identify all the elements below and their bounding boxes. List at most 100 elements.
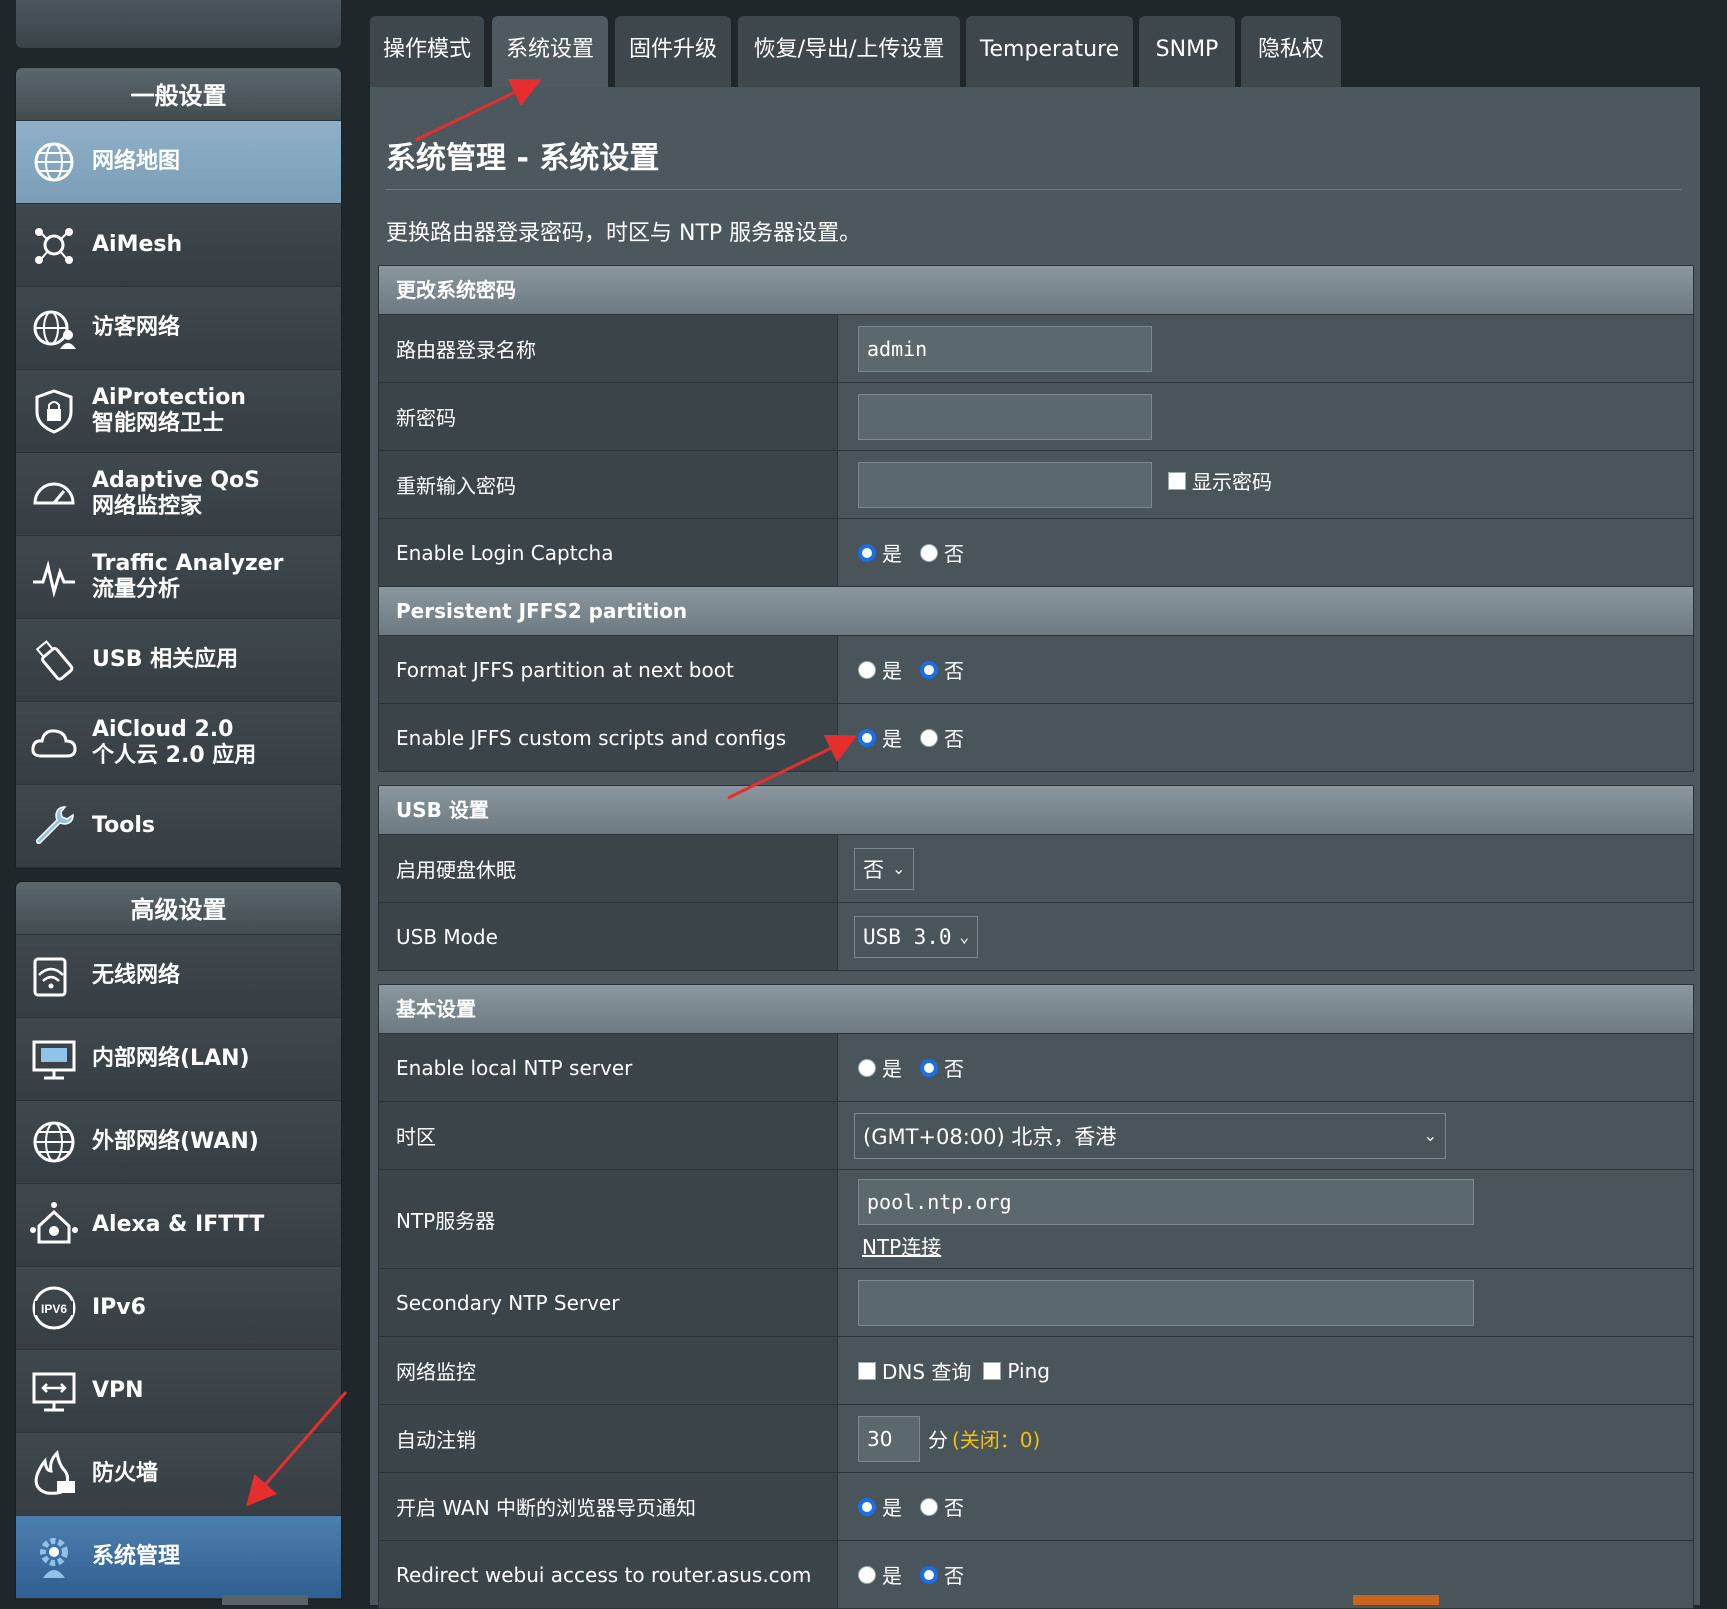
sidebar-item-label: 内部网络(LAN) (92, 1046, 250, 1071)
sidebar-item-aicloud[interactable]: AiCloud 2.0 个人云 2.0 应用 (16, 702, 341, 785)
radio-button[interactable] (920, 543, 938, 562)
radio-label: 是 (882, 1564, 902, 1588)
jffs-scripts-yes-option[interactable]: 是 (858, 723, 902, 752)
dns-query-checkbox[interactable] (858, 1361, 876, 1380)
sidebar-item-label: 无线网络 (92, 963, 181, 988)
tab-temperature[interactable]: Temperature (966, 16, 1133, 87)
field-value: admin (838, 315, 1693, 382)
wan-notify-yes-option[interactable]: 是 (858, 1492, 902, 1521)
sidebar-item-usb-apps[interactable]: USB 相关应用 (16, 619, 341, 702)
tab-snmp[interactable]: SNMP (1139, 16, 1235, 87)
svg-text:IPV6: IPV6 (41, 1302, 67, 1316)
captcha-yes-option[interactable]: 是 (858, 538, 902, 567)
sidebar-item-sublabel: 流量分析 (92, 577, 181, 602)
sidebar-item-aiprotection[interactable]: AiProtection 智能网络卫士 (16, 370, 341, 453)
redirect-yes-option[interactable]: 是 (858, 1560, 902, 1589)
ntp-server-input[interactable]: pool.ntp.org (858, 1178, 1474, 1225)
timezone-select[interactable]: (GMT+08:00) 北京，香港 ⌄ (854, 1112, 1446, 1159)
sidebar-item-vpn[interactable]: VPN (16, 1350, 341, 1433)
retype-password-input[interactable] (858, 461, 1152, 508)
basic-section: 基本设置 Enable local NTP server 是否 时区 (GMT+… (378, 984, 1694, 1609)
radio-button[interactable] (920, 1565, 938, 1584)
radio-label: 是 (882, 542, 902, 566)
gear-person-icon (26, 1529, 82, 1585)
sidebar-item-ipv6[interactable]: IPV6 IPv6 (16, 1267, 341, 1350)
field-label: Secondary NTP Server (379, 1269, 838, 1336)
sidebar-item-network-map[interactable]: 网络地图 (16, 121, 341, 204)
general-settings-menu: 一般设置 网络地图 AiMesh 访客网络 AiProtection 智能网络卫… (16, 68, 341, 868)
usb-mode-select[interactable]: USB 3.0 ⌄ (854, 915, 979, 958)
sidebar-item-firewall[interactable]: 防火墙 (16, 1433, 341, 1516)
usb-section: USB 设置 启用硬盘休眠 否 ⌄ USB Mode USB 3.0 ⌄ (378, 785, 1694, 971)
wan-notify-no-option[interactable]: 否 (920, 1492, 964, 1521)
dns-query-option[interactable]: DNS 查询 (858, 1356, 971, 1385)
radio-button[interactable] (858, 728, 876, 747)
captcha-no-option[interactable]: 否 (920, 538, 964, 567)
field-label: Enable Login Captcha (379, 519, 838, 586)
field-label: 重新输入密码 (379, 451, 838, 518)
tab-privacy[interactable]: 隐私权 (1241, 16, 1341, 87)
radio-button[interactable] (920, 1497, 938, 1516)
sidebar-item-tools[interactable]: Tools (16, 785, 341, 868)
new-password-input[interactable] (858, 393, 1152, 440)
sidebar-item-wireless[interactable]: 无线网络 (16, 935, 341, 1018)
ntp-link[interactable]: NTP连接 (862, 1231, 941, 1260)
sidebar-item-alexa-ifttt[interactable]: Alexa & IFTTT (16, 1184, 341, 1267)
secondary-ntp-input[interactable] (858, 1279, 1474, 1326)
login-captcha-row: Enable Login Captcha 是 否 (379, 518, 1693, 586)
ping-checkbox[interactable] (983, 1361, 1002, 1380)
radio-button[interactable] (858, 1565, 876, 1584)
auto-logout-unit: 分 (928, 1428, 948, 1452)
tab-operation-mode[interactable]: 操作模式 (370, 16, 484, 87)
radio-group: 是否 (838, 1473, 1693, 1540)
radio-button[interactable] (858, 660, 876, 679)
radio-button[interactable] (920, 1058, 938, 1077)
advanced-settings-title: 高级设置 (16, 882, 341, 935)
speedometer-icon (26, 466, 82, 522)
chevron-down-icon: ⌄ (959, 927, 970, 946)
radio-label: 否 (944, 727, 964, 751)
sidebar-item-administration[interactable]: 系统管理 (16, 1516, 341, 1599)
sidebar-item-label: AiMesh (92, 232, 183, 257)
radio-button[interactable] (920, 728, 938, 747)
jffs-scripts-no-option[interactable]: 否 (920, 723, 964, 752)
login-name-input[interactable]: admin (858, 325, 1152, 372)
tab-restore-save-upload[interactable]: 恢复/导出/上传设置 (738, 16, 960, 87)
format-jffs-yes-option[interactable]: 是 (858, 655, 902, 684)
show-password-checkbox[interactable] (1168, 471, 1186, 490)
field-label: 网络监控 (379, 1337, 838, 1404)
ping-option[interactable]: Ping (983, 1359, 1050, 1383)
radio-label: 是 (882, 727, 902, 751)
field-value: DNS 查询 Ping (838, 1337, 1693, 1404)
local-ntp-yes-option[interactable]: 是 (858, 1053, 902, 1082)
sidebar-item-sublabel: 智能网络卫士 (92, 411, 225, 436)
sidebar-item-adaptive-qos[interactable]: Adaptive QoS 网络监控家 (16, 453, 341, 536)
show-password-toggle[interactable]: 显示密码 (1168, 466, 1272, 495)
redirect-no-option[interactable]: 否 (920, 1560, 964, 1589)
hdd-sleep-select[interactable]: 否 ⌄ (854, 847, 915, 890)
radio-button[interactable] (920, 660, 938, 679)
sidebar-item-traffic-analyzer[interactable]: Traffic Analyzer 流量分析 (16, 536, 341, 619)
usb-drive-icon (26, 632, 82, 688)
radio-button[interactable] (858, 543, 876, 562)
sidebar-item-guest-network[interactable]: 访客网络 (16, 287, 341, 370)
page-description: 更换路由器登录密码，时区与 NTP 服务器设置。 (386, 221, 862, 246)
radio-label: 否 (944, 542, 964, 566)
radio-label: 否 (944, 659, 964, 683)
sidebar-item-label: AiCloud 2.0 (92, 717, 234, 742)
wan-notify-row: 开启 WAN 中断的浏览器导页通知 是否 (379, 1472, 1693, 1540)
chevron-down-icon: ⌄ (1423, 1126, 1437, 1145)
tab-system[interactable]: 系统设置 (492, 16, 608, 87)
format-jffs-no-option[interactable]: 否 (920, 655, 964, 684)
hdd-sleep-row: 启用硬盘休眠 否 ⌄ (379, 834, 1693, 902)
radio-button[interactable] (858, 1058, 876, 1077)
local-ntp-no-option[interactable]: 否 (920, 1053, 964, 1082)
radio-button[interactable] (858, 1497, 876, 1516)
login-name-row: 路由器登录名称 admin (379, 314, 1693, 382)
sidebar-item-aimesh[interactable]: AiMesh (16, 204, 341, 287)
section-header: 基本设置 (379, 985, 1693, 1033)
sidebar-item-wan[interactable]: 外部网络(WAN) (16, 1101, 341, 1184)
tab-firmware-upgrade[interactable]: 固件升级 (615, 16, 731, 87)
auto-logout-input[interactable]: 30 (858, 1415, 920, 1462)
sidebar-item-lan[interactable]: 内部网络(LAN) (16, 1018, 341, 1101)
